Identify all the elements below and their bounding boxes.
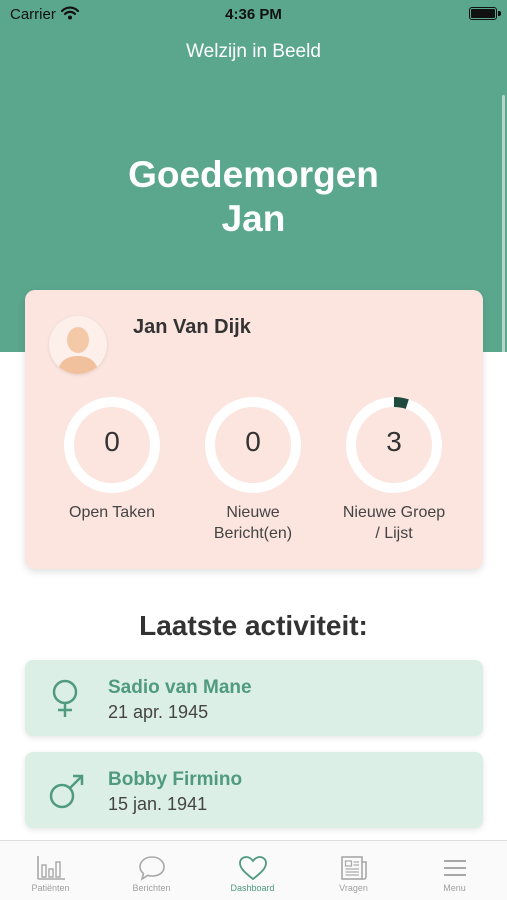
newspaper-icon (340, 856, 367, 880)
tab-patients[interactable]: Patiënten (0, 841, 101, 900)
status-bar: Carrier 4:36 PM (0, 0, 507, 28)
tab-messages[interactable]: Berichten (101, 841, 202, 900)
tab-questions[interactable]: Vragen (303, 841, 404, 900)
female-icon (52, 679, 78, 717)
patient-birthdate: 15 jan. 1941 (108, 794, 208, 814)
stat-value: 0 (104, 426, 120, 457)
user-name: Jan Van Dijk (133, 316, 251, 338)
tab-bar: Patiënten Berichten Dashboard Vragen Men… (0, 840, 507, 900)
chat-icon (138, 856, 165, 881)
stat-new-messages[interactable]: 0 Nieuwe Bericht(en) (188, 396, 318, 544)
tab-label: Vragen (339, 883, 368, 893)
stat-new-groups[interactable]: 3 Nieuwe Groep / Lijst (329, 396, 459, 544)
patient-name: Sadio van Mane (108, 677, 252, 698)
heart-icon (238, 856, 267, 881)
stat-open-tasks[interactable]: 0 Open Taken (47, 396, 177, 523)
clock: 4:36 PM (225, 6, 282, 23)
greeting: Goedemorgen Jan (0, 153, 507, 241)
profile-card: Jan Van Dijk 0 Open Taken 0 Nieuwe Beric… (25, 290, 483, 569)
stat-value: 3 (386, 426, 402, 457)
menu-icon (443, 860, 466, 876)
greeting-line-2: Jan (221, 198, 286, 239)
tab-dashboard[interactable]: Dashboard (202, 841, 303, 900)
stat-label: Nieuwe Bericht(en) (213, 504, 293, 542)
tab-label: Berichten (132, 883, 171, 893)
avatar-silhouette-icon (57, 327, 99, 374)
bar-chart-icon (36, 856, 65, 880)
greeting-line-1: Goedemorgen (128, 154, 379, 195)
patient-birthdate: 21 apr. 1945 (108, 702, 209, 722)
tab-menu[interactable]: Menu (404, 841, 505, 900)
male-icon (49, 774, 84, 809)
app-title: Welzijn in Beeld (186, 41, 321, 62)
stat-value: 0 (245, 426, 261, 457)
avatar[interactable] (49, 316, 107, 374)
activity-item[interactable]: Sadio van Mane 21 apr. 1945 (25, 660, 483, 736)
section-title: Laatste activiteit: (139, 610, 368, 641)
stat-label: Nieuwe Groep / Lijst (342, 504, 446, 542)
patient-name: Bobby Firmino (108, 769, 243, 790)
tab-label: Menu (443, 883, 466, 893)
tab-label: Dashboard (230, 883, 275, 893)
battery-icon (469, 7, 501, 20)
tab-label: Patiënten (31, 883, 70, 893)
activity-item[interactable]: Bobby Firmino 15 jan. 1941 (25, 752, 483, 828)
stat-label: Open Taken (69, 504, 155, 521)
